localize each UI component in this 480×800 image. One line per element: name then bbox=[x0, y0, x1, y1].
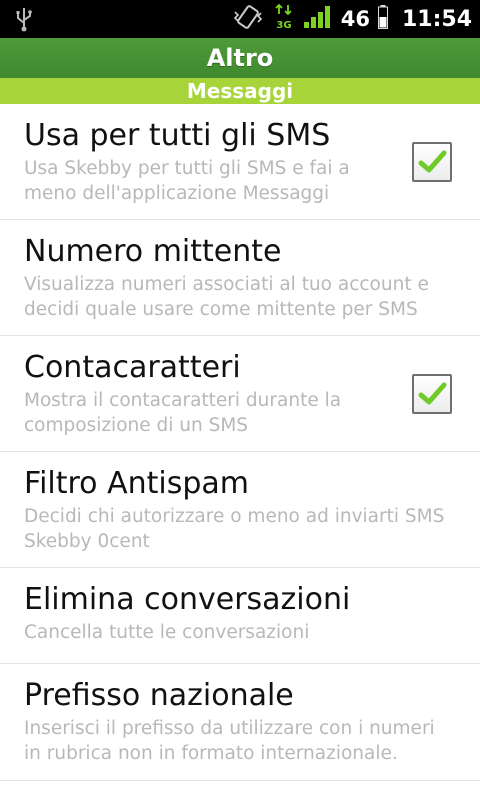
pref-use-for-all-sms[interactable]: Usa per tutti gli SMS Usa Skebby per tut… bbox=[0, 104, 480, 220]
usb-icon bbox=[14, 6, 34, 36]
status-icons: 3G 46 11:54 bbox=[231, 0, 472, 38]
pref-summary: Inserisci il prefisso da utilizzare con … bbox=[24, 718, 435, 764]
pref-antispam-filter[interactable]: Filtro Antispam Decidi chi autorizzare o… bbox=[0, 452, 480, 568]
vibrate-icon bbox=[231, 4, 265, 34]
pref-sender-number[interactable]: Numero mittente Visualizza numeri associ… bbox=[0, 220, 480, 336]
pref-summary: Visualizza numeri associati al tuo accou… bbox=[24, 274, 429, 320]
pref-national-prefix[interactable]: Prefisso nazionale Inserisci il prefisso… bbox=[0, 664, 480, 781]
checkbox-use-for-all-sms[interactable] bbox=[412, 142, 452, 182]
pref-summary: Mostra il contacaratteri durante la comp… bbox=[24, 390, 342, 436]
battery-percent: 46 bbox=[340, 7, 370, 31]
signal-icon bbox=[303, 5, 333, 33]
pref-summary: Usa Skebby per tutti gli SMS e fai a men… bbox=[24, 158, 350, 204]
pref-delete-conversations[interactable]: Elimina conversazioni Cancella tutte le … bbox=[0, 568, 480, 664]
preference-list: Usa per tutti gli SMS Usa Skebby per tut… bbox=[0, 104, 480, 781]
pref-title: Prefisso nazionale bbox=[24, 678, 294, 713]
pref-summary: Cancella tutte le conversazioni bbox=[24, 622, 310, 643]
network-label: 3G bbox=[276, 20, 291, 31]
pref-character-counter[interactable]: Contacaratteri Mostra il contacaratteri … bbox=[0, 336, 480, 452]
pref-title: Filtro Antispam bbox=[24, 466, 249, 501]
clock: 11:54 bbox=[401, 6, 472, 32]
pref-title: Contacaratteri bbox=[24, 350, 241, 385]
pref-title: Numero mittente bbox=[24, 234, 282, 269]
page-title: Altro bbox=[0, 38, 480, 78]
pref-title: Usa per tutti gli SMS bbox=[24, 118, 331, 153]
checkbox-character-counter[interactable] bbox=[412, 374, 452, 414]
pref-title: Elimina conversazioni bbox=[24, 582, 351, 617]
check-icon bbox=[418, 150, 447, 173]
check-icon bbox=[418, 382, 447, 405]
data-3g-icon: 3G bbox=[273, 3, 295, 35]
status-bar: 3G 46 11:54 bbox=[0, 0, 480, 38]
pref-summary: Decidi chi autorizzare o meno ad inviart… bbox=[24, 506, 445, 552]
section-header: Messaggi bbox=[0, 78, 480, 104]
battery-icon bbox=[377, 5, 388, 33]
